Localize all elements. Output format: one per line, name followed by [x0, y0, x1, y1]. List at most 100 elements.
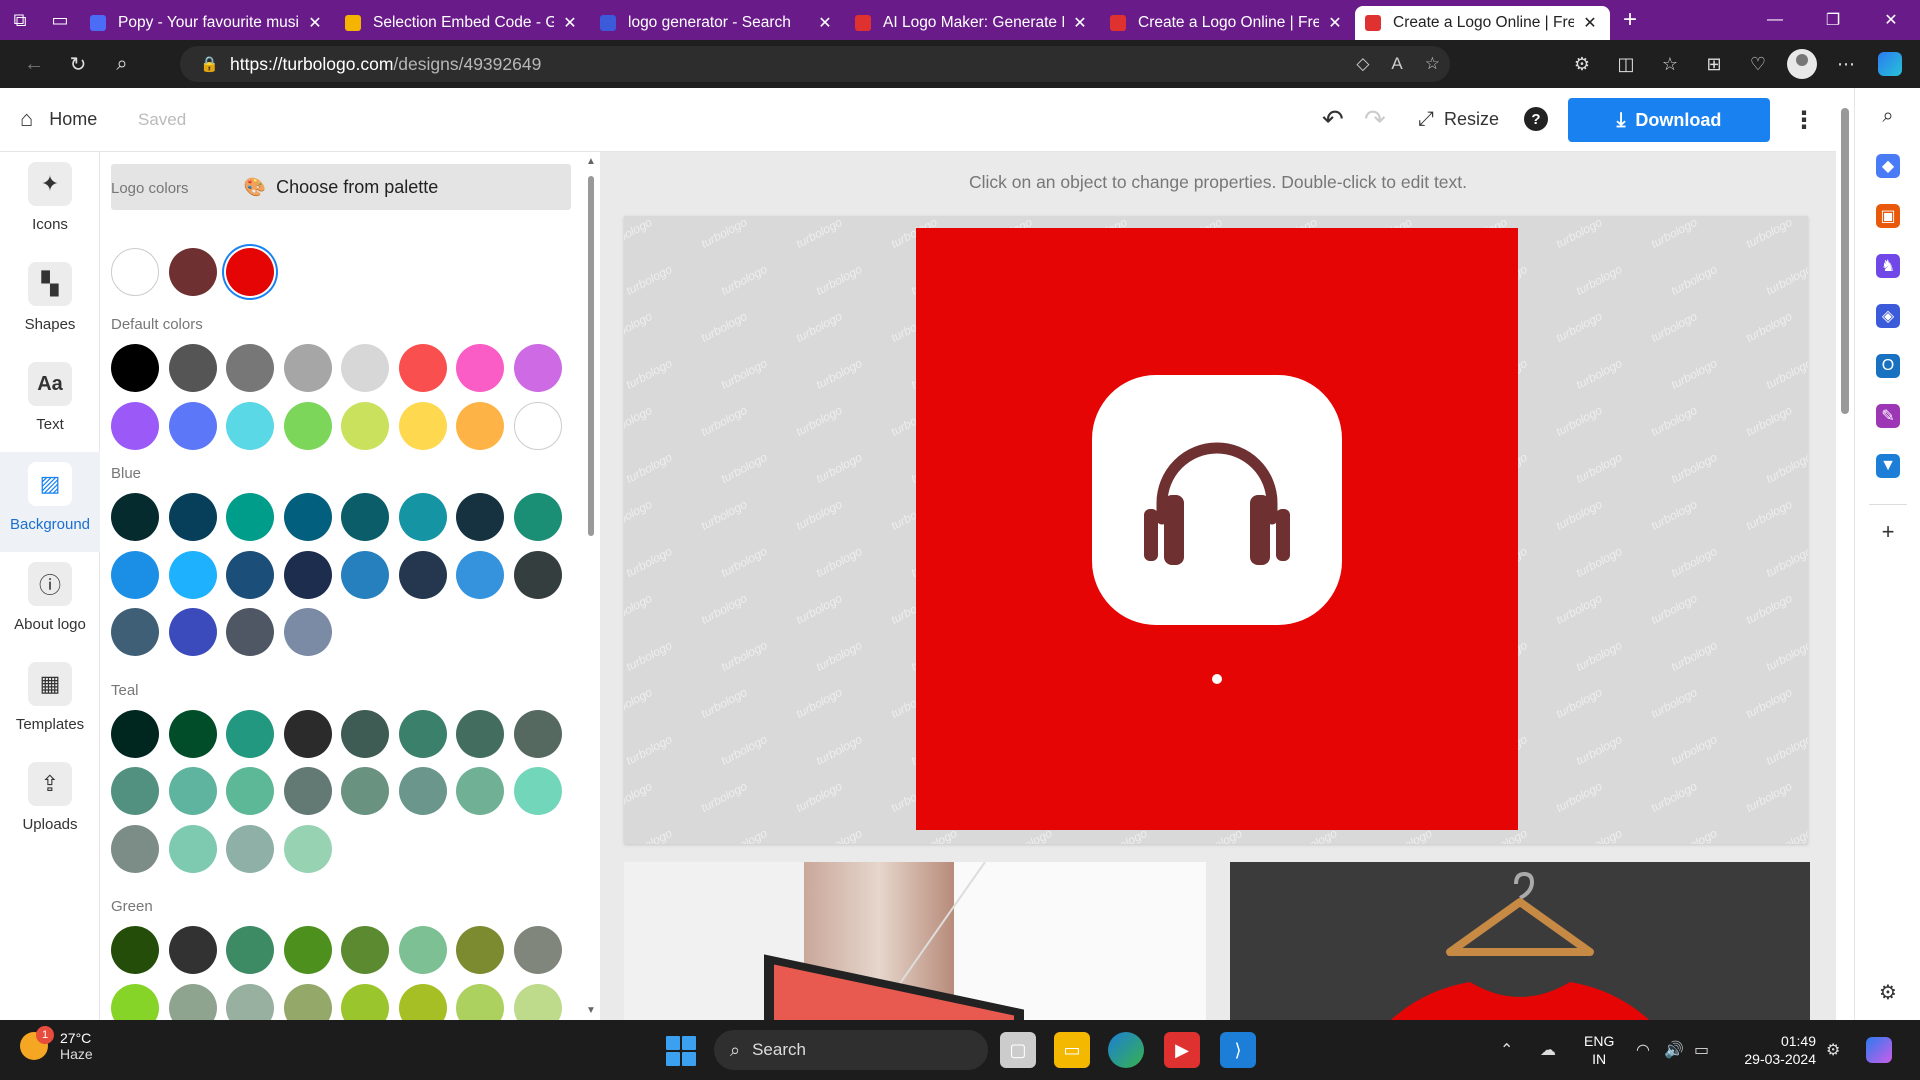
shopping-tag-icon[interactable]: ◆: [1876, 154, 1900, 178]
default-color-swatch[interactable]: [398, 401, 447, 450]
logo-color-swatch[interactable]: [168, 248, 217, 296]
close-tab-icon[interactable]: ✕: [560, 13, 580, 33]
task-view-icon[interactable]: ▢: [1000, 1032, 1036, 1068]
download-button[interactable]: ⤓ Download: [1568, 98, 1770, 142]
blue-color-swatch[interactable]: [283, 493, 332, 541]
edge-browser-icon[interactable]: [1108, 1032, 1144, 1068]
default-color-swatch[interactable]: [456, 401, 504, 450]
teal-color-swatch[interactable]: [226, 709, 274, 758]
blue-color-swatch[interactable]: [456, 550, 504, 599]
teal-color-swatch[interactable]: [341, 767, 389, 815]
battery-icon[interactable]: ▭: [1694, 1020, 1709, 1080]
vscode-icon[interactable]: ⟩: [1220, 1032, 1256, 1068]
outlook-icon[interactable]: O: [1876, 354, 1900, 378]
teal-color-swatch[interactable]: [283, 709, 332, 758]
logo-color-swatch[interactable]: [111, 248, 159, 296]
sidebar-settings-icon[interactable]: ⚙: [1876, 980, 1900, 1004]
default-color-swatch[interactable]: [226, 401, 274, 450]
more-options-icon[interactable]: ⋮: [1792, 106, 1816, 135]
rail-item-templates[interactable]: ▦ Templates: [0, 652, 100, 752]
green-color-swatch[interactable]: [168, 926, 217, 974]
resize-button[interactable]: ⤢ Resize: [1418, 108, 1499, 131]
green-color-swatch[interactable]: [341, 983, 389, 1020]
home-link[interactable]: ⌂ Home: [20, 106, 97, 132]
copilot-taskbar-icon[interactable]: [1866, 1020, 1892, 1080]
wifi-icon[interactable]: ◠: [1636, 1020, 1650, 1080]
copilot-sidebar-icon[interactable]: ◈: [1876, 304, 1900, 328]
blue-color-swatch[interactable]: [283, 550, 332, 599]
blue-color-swatch[interactable]: [168, 550, 217, 599]
browser-tab[interactable]: AI Logo Maker: Generate F ✕: [845, 6, 1100, 40]
default-color-swatch[interactable]: [341, 401, 389, 450]
browser-tab[interactable]: Create a Logo Online | Fre ✕: [1100, 6, 1355, 40]
blue-color-swatch[interactable]: [456, 493, 504, 541]
green-color-swatch[interactable]: [111, 983, 159, 1020]
notification-icon[interactable]: ⚙: [1826, 1020, 1840, 1080]
green-color-swatch[interactable]: [168, 983, 217, 1020]
redo-icon[interactable]: ↷: [1364, 104, 1386, 135]
rail-item-background[interactable]: ▨ Background: [0, 452, 100, 552]
panel-scrollbar[interactable]: ▲ ▼: [585, 156, 597, 1016]
default-color-swatch[interactable]: [111, 401, 159, 450]
default-color-swatch[interactable]: [168, 344, 217, 392]
teal-color-swatch[interactable]: [283, 767, 332, 815]
green-color-swatch[interactable]: [283, 926, 332, 974]
cloud-icon[interactable]: ☁: [1540, 1020, 1556, 1080]
default-color-swatch[interactable]: [513, 344, 562, 392]
teal-color-swatch[interactable]: [341, 709, 389, 758]
logo-icon-container[interactable]: [1092, 375, 1342, 625]
teal-color-swatch[interactable]: [456, 709, 504, 758]
minimize-button[interactable]: —: [1746, 0, 1804, 40]
teal-color-swatch[interactable]: [513, 709, 562, 758]
green-color-swatch[interactable]: [226, 926, 274, 974]
browser-tab[interactable]: logo generator - Search ✕: [590, 6, 845, 40]
green-color-swatch[interactable]: [341, 926, 389, 974]
undo-icon[interactable]: ↶: [1322, 104, 1344, 135]
teal-color-swatch[interactable]: [168, 709, 217, 758]
show-hidden-icons[interactable]: ⌃: [1500, 1020, 1513, 1080]
rail-item-uploads[interactable]: ⇪ Uploads: [0, 752, 100, 852]
teal-color-swatch[interactable]: [111, 824, 159, 873]
teal-color-swatch[interactable]: [283, 824, 332, 873]
rail-item-shapes[interactable]: ▚ Shapes: [0, 252, 100, 352]
green-color-swatch[interactable]: [513, 926, 562, 974]
taskbar-search[interactable]: ⌕ Search: [714, 1030, 988, 1070]
close-tab-icon[interactable]: ✕: [1580, 13, 1600, 33]
blue-color-swatch[interactable]: [111, 608, 159, 656]
workspaces-icon[interactable]: ⧉: [0, 0, 40, 40]
browser-tab[interactable]: Create a Logo Online | Fre ✕: [1355, 6, 1610, 40]
split-screen-icon[interactable]: ◫: [1604, 42, 1648, 86]
teal-color-swatch[interactable]: [111, 709, 159, 758]
blue-color-swatch[interactable]: [168, 493, 217, 541]
page-scrollbar[interactable]: [1836, 88, 1854, 1020]
green-color-swatch[interactable]: [226, 983, 274, 1020]
youtube-icon[interactable]: ▶: [1164, 1032, 1200, 1068]
green-color-swatch[interactable]: [398, 983, 447, 1020]
blue-color-swatch[interactable]: [398, 493, 447, 541]
teal-color-swatch[interactable]: [168, 824, 217, 873]
favorites-icon[interactable]: ☆: [1648, 42, 1692, 86]
default-color-swatch[interactable]: [398, 344, 447, 392]
start-button[interactable]: [666, 1036, 696, 1066]
blue-color-swatch[interactable]: [168, 608, 217, 656]
back-button[interactable]: ←: [12, 42, 56, 86]
green-color-swatch[interactable]: [111, 926, 159, 974]
green-color-swatch[interactable]: [398, 926, 447, 974]
close-window-button[interactable]: ✕: [1862, 0, 1920, 40]
default-color-swatch[interactable]: [513, 401, 562, 450]
url-field[interactable]: 🔒 https://turbologo.com/designs/49392649…: [180, 46, 1450, 82]
logo-artboard[interactable]: [916, 228, 1518, 830]
close-tab-icon[interactable]: ✕: [305, 13, 325, 33]
close-tab-icon[interactable]: ✕: [1325, 13, 1345, 33]
read-aloud-icon[interactable]: A: [1391, 54, 1402, 74]
default-color-swatch[interactable]: [283, 344, 332, 392]
blue-color-swatch[interactable]: [111, 493, 159, 541]
games-icon[interactable]: ♞: [1876, 254, 1900, 278]
logo-color-swatch[interactable]: [226, 248, 274, 296]
language-indicator[interactable]: ENG IN: [1584, 1032, 1614, 1068]
health-icon[interactable]: ♡: [1736, 42, 1780, 86]
green-color-swatch[interactable]: [456, 926, 504, 974]
blue-color-swatch[interactable]: [341, 550, 389, 599]
restore-button[interactable]: ❐: [1804, 0, 1862, 40]
teal-color-swatch[interactable]: [168, 767, 217, 815]
